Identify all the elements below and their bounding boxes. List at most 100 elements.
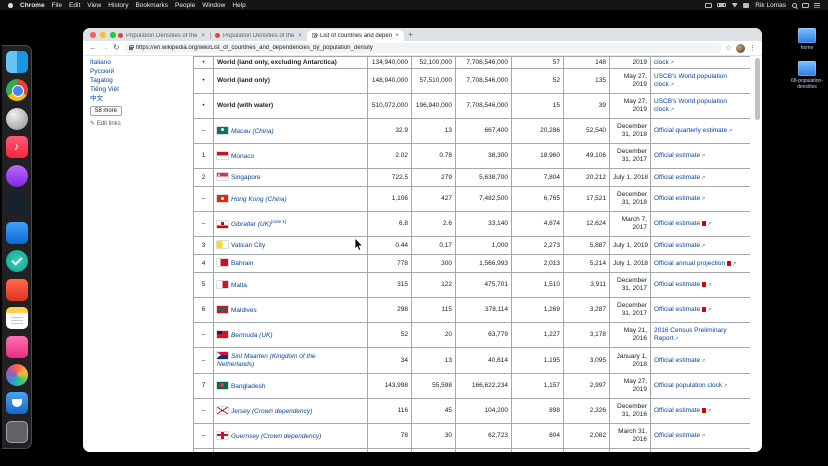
close-tab-icon[interactable]: × <box>201 32 205 39</box>
browser-tab[interactable]: Population Densities of the W× <box>210 30 307 41</box>
browser-tab[interactable]: List of countries and depend× <box>307 30 404 41</box>
area-km2-cell: 116 <box>368 399 412 424</box>
density-km2-cell: 2,273 <box>512 237 564 255</box>
dock-item-notes[interactable] <box>6 307 28 329</box>
input-icon[interactable] <box>743 3 749 8</box>
dock-item-teal-check[interactable] <box>6 250 28 272</box>
dock-item-purple-app[interactable] <box>6 165 28 187</box>
country-link[interactable]: Singapore <box>231 174 261 181</box>
source-link[interactable]: Official estimate <box>654 152 700 159</box>
screen-icon[interactable] <box>705 3 712 8</box>
source-link[interactable]: clock <box>654 59 669 66</box>
language-link[interactable]: 中文 <box>90 94 188 103</box>
url-text[interactable]: https://en.wikipedia.org/wiki/List_of_co… <box>136 45 373 51</box>
scrollbar-thumb[interactable] <box>755 58 760 120</box>
source-link[interactable]: USCB's World population clock <box>654 73 727 88</box>
source-link[interactable]: Official estimate <box>654 242 700 249</box>
dock-item-finder[interactable] <box>6 51 28 73</box>
country-link[interactable]: Macau (China) <box>231 128 274 135</box>
dock-item-trash[interactable] <box>6 421 28 443</box>
dock-item-music[interactable] <box>6 136 28 158</box>
source-link[interactable]: Official estimate <box>654 220 700 227</box>
bookmark-star-icon[interactable]: ☆ <box>726 44 732 52</box>
country-cell: World (land only, excluding Antarctica) <box>214 57 368 69</box>
dock-item-blue-cup[interactable] <box>6 392 28 414</box>
dock-item-colorful-app[interactable] <box>6 364 28 386</box>
dock-item-blue-app[interactable] <box>6 222 28 244</box>
desktop-file[interactable]: home <box>787 28 827 51</box>
dock-item-dark-app[interactable] <box>6 193 28 215</box>
profile-avatar[interactable] <box>736 44 745 53</box>
menu-item-chrome[interactable]: Chrome <box>20 2 45 9</box>
reload-button[interactable]: ↻ <box>113 43 120 53</box>
close-window-button[interactable] <box>90 32 96 38</box>
dock-item-chrome[interactable] <box>6 79 28 101</box>
language-link[interactable]: Tiếng Việt <box>90 85 188 94</box>
address-bar[interactable]: https://en.wikipedia.org/wiki/List_of_co… <box>124 43 722 53</box>
browser-tab[interactable]: Population Densities of the W× <box>113 30 210 41</box>
back-button[interactable]: ← <box>89 43 97 53</box>
apple-menu-icon[interactable] <box>8 3 13 8</box>
dock-item-red-app[interactable] <box>6 279 28 301</box>
country-link[interactable]: Bahrain <box>231 260 253 267</box>
source-link[interactable]: Official estimate <box>654 407 700 414</box>
page-scrollbar[interactable] <box>755 57 760 450</box>
source-link[interactable]: Official estimate <box>654 195 700 202</box>
source-link[interactable]: USCB's World population clock <box>654 98 727 113</box>
wifi-icon[interactable] <box>731 3 738 8</box>
desktop-files: home 68-population-densities <box>787 28 827 90</box>
language-link[interactable]: Italiano <box>90 58 188 67</box>
area-mi2-cell: 52,100,000 <box>412 57 456 69</box>
country-link[interactable]: Guernsey (Crown dependency) <box>231 433 321 440</box>
new-tab-button[interactable]: + <box>408 31 413 39</box>
country-link[interactable]: Jersey (Crown dependency) <box>231 408 312 415</box>
dock-item-gray-sphere[interactable] <box>6 108 28 130</box>
menu-item-people[interactable]: People <box>175 2 195 9</box>
more-languages-button[interactable]: 58 more <box>90 106 122 116</box>
menu-item-edit[interactable]: Edit <box>69 2 80 9</box>
note-ref-link[interactable]: [note 1] <box>271 219 286 224</box>
menu-item-view[interactable]: View <box>87 2 101 9</box>
country-link[interactable]: Sint Maarten (Kingdom of the Netherlands… <box>217 353 316 368</box>
population-cell: 7,482,500 <box>456 187 512 212</box>
spotlight-icon[interactable] <box>792 3 797 8</box>
country-cell: World (with water) <box>214 94 368 119</box>
source-link[interactable]: Official estimate <box>654 281 700 288</box>
source-link[interactable]: Official estimate <box>654 432 700 439</box>
source-link[interactable]: Official estimate <box>654 174 700 181</box>
language-link[interactable]: Tagalog <box>90 76 188 85</box>
country-link[interactable]: Vatican City <box>231 242 265 249</box>
country-link[interactable]: Bangladesh <box>231 383 265 390</box>
browser-menu-icon[interactable]: ⋮ <box>749 44 756 52</box>
country-link[interactable]: Monaco <box>231 153 254 160</box>
source-link[interactable]: Official estimate <box>654 357 700 364</box>
country-link[interactable]: Maldives <box>231 307 257 314</box>
close-tab-icon[interactable]: × <box>298 32 302 39</box>
source-link[interactable]: 2016 Census Preliminary Report <box>654 327 727 342</box>
forward-button[interactable]: → <box>101 43 109 53</box>
notification-center-icon[interactable] <box>814 3 820 8</box>
menu-item-help[interactable]: Help <box>232 2 245 9</box>
country-link[interactable]: Gibraltar (UK) <box>231 222 271 229</box>
country-link[interactable]: Bermuda (UK) <box>231 332 273 339</box>
menu-item-window[interactable]: Window <box>202 2 225 9</box>
menu-item-history[interactable]: History <box>108 2 128 9</box>
menubar-username[interactable]: Rik Lomas <box>755 2 786 9</box>
dock-item-pink-app[interactable] <box>6 336 28 358</box>
source-link[interactable]: Official estimate <box>654 306 700 313</box>
minimize-window-button[interactable] <box>100 32 106 38</box>
close-tab-icon[interactable]: × <box>395 32 399 39</box>
menu-item-bookmarks[interactable]: Bookmarks <box>135 2 168 9</box>
country-link[interactable]: Hong Kong (China) <box>231 196 287 203</box>
desktop-file[interactable]: 68-population-densities <box>787 61 827 90</box>
source-link[interactable]: Official annual projection <box>654 260 725 267</box>
source-link[interactable]: Official population clock <box>654 382 722 389</box>
language-link[interactable]: Русский <box>90 67 188 76</box>
edit-links[interactable]: ✎ Edit links <box>90 120 188 127</box>
battery-icon[interactable] <box>717 3 726 8</box>
menu-item-file[interactable]: File <box>52 2 62 9</box>
control-center-icon[interactable] <box>802 3 809 8</box>
source-link[interactable]: Official quarterly estimate <box>654 127 727 134</box>
country-link[interactable]: Malta <box>231 282 247 289</box>
density-km2-cell: 2,013 <box>512 255 564 273</box>
